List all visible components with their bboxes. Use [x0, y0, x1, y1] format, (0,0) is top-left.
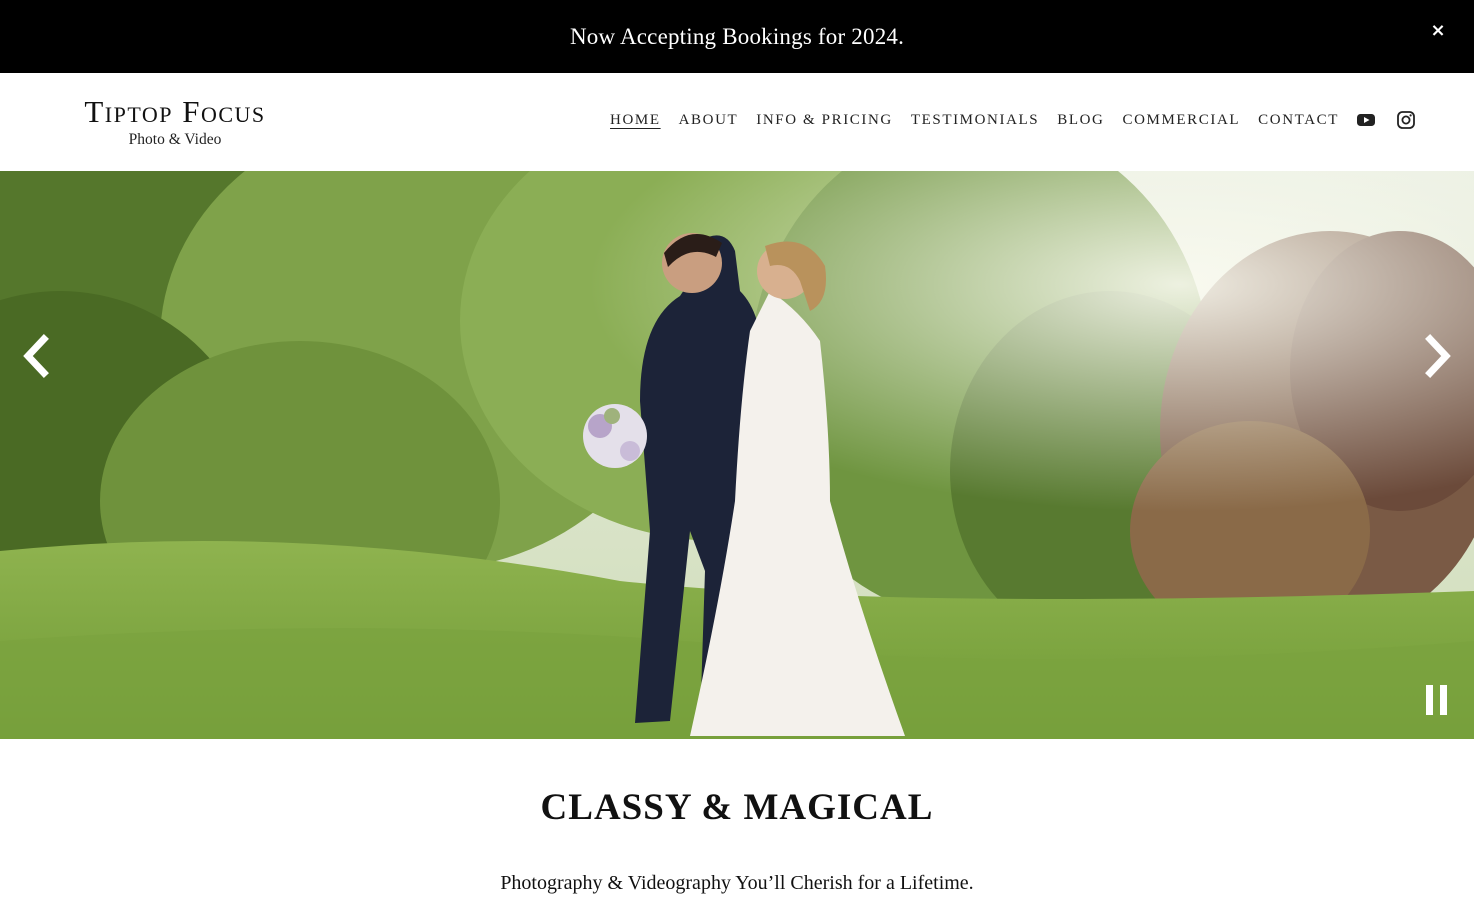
- nav-item-about[interactable]: ABOUT: [679, 110, 739, 130]
- nav-item-home[interactable]: HOME: [610, 110, 661, 130]
- announcement-bar: Now Accepting Bookings for 2024. ×: [0, 0, 1474, 73]
- site-header: Tiptop Focus Photo & Video HOME ABOUT IN…: [0, 73, 1474, 171]
- nav-item-contact[interactable]: CONTACT: [1258, 110, 1339, 130]
- nav-item-testimonials[interactable]: TESTIMONIALS: [911, 110, 1039, 130]
- instagram-icon[interactable]: [1396, 110, 1416, 130]
- nav-item-blog[interactable]: BLOG: [1057, 110, 1104, 130]
- nav-item-info-pricing[interactable]: INFO & PRICING: [756, 110, 893, 130]
- chevron-left-icon[interactable]: [16, 331, 56, 381]
- chevron-right-icon[interactable]: [1418, 331, 1458, 381]
- main-nav: HOME ABOUT INFO & PRICING TESTIMONIALS B…: [610, 110, 1416, 130]
- youtube-icon[interactable]: [1356, 110, 1376, 130]
- site-logo[interactable]: Tiptop Focus Photo & Video: [65, 94, 285, 149]
- pause-icon[interactable]: [1424, 683, 1450, 717]
- page-headline: CLASSY & MAGICAL: [540, 787, 934, 828]
- hero-slideshow: [0, 171, 1474, 739]
- brand-subtitle: Photo & Video: [128, 131, 222, 149]
- close-icon[interactable]: ×: [1426, 18, 1450, 42]
- announcement-text: Now Accepting Bookings for 2024.: [569, 23, 905, 49]
- nav-item-commercial[interactable]: COMMERCIAL: [1122, 110, 1240, 130]
- page-tagline: Photography & Videography You’ll Cherish…: [500, 872, 974, 894]
- hero-photo: [0, 171, 1474, 739]
- social-links: [1356, 110, 1416, 130]
- brand-title: Tiptop Focus: [84, 94, 266, 129]
